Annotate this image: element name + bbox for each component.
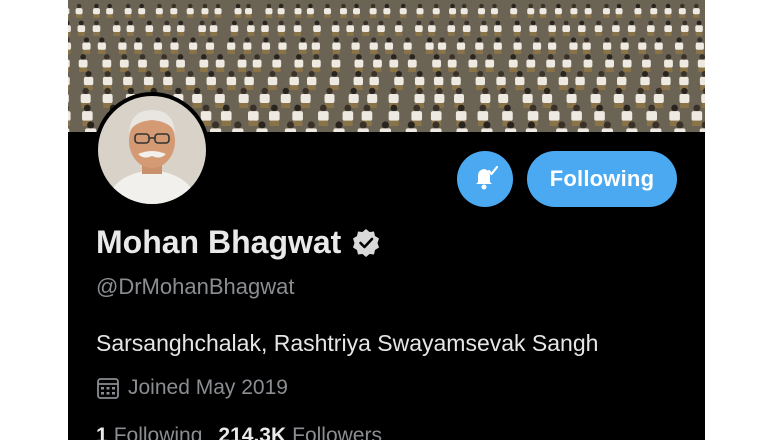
user-handle: @DrMohanBhagwat: [96, 274, 295, 299]
verified-badge-icon: [353, 228, 380, 257]
letterbox-right: [705, 0, 780, 440]
screenshot-frame: Following Mohan Bhagwat @DrMohanBhagwat …: [0, 0, 780, 440]
profile-avatar[interactable]: [94, 92, 210, 208]
display-name: Mohan Bhagwat: [96, 224, 342, 260]
letterbox-left: [0, 0, 68, 440]
following-count: 1: [96, 424, 108, 440]
joined-date-text: Joined May 2019: [128, 376, 288, 399]
name-row: Mohan Bhagwat: [96, 224, 381, 261]
following-label: Following: [113, 424, 203, 440]
followers-count: 214.3K: [218, 424, 287, 440]
joined-date-row: Joined May 2019: [96, 376, 288, 400]
follow-stats-row: 1 Following 214.3K Followers: [96, 424, 382, 440]
followers-stat-link[interactable]: 214.3K Followers: [218, 424, 382, 440]
notifications-bell-button[interactable]: [457, 151, 513, 207]
following-button[interactable]: Following: [527, 151, 677, 207]
profile-screen: Following Mohan Bhagwat @DrMohanBhagwat …: [68, 0, 705, 440]
following-stat-link[interactable]: 1 Following: [96, 424, 202, 440]
calendar-icon: [97, 378, 119, 399]
bell-check-icon: [476, 165, 499, 190]
followers-label: Followers: [292, 424, 382, 440]
profile-bio: Sarsanghchalak, Rashtriya Swayamsevak Sa…: [96, 330, 599, 356]
